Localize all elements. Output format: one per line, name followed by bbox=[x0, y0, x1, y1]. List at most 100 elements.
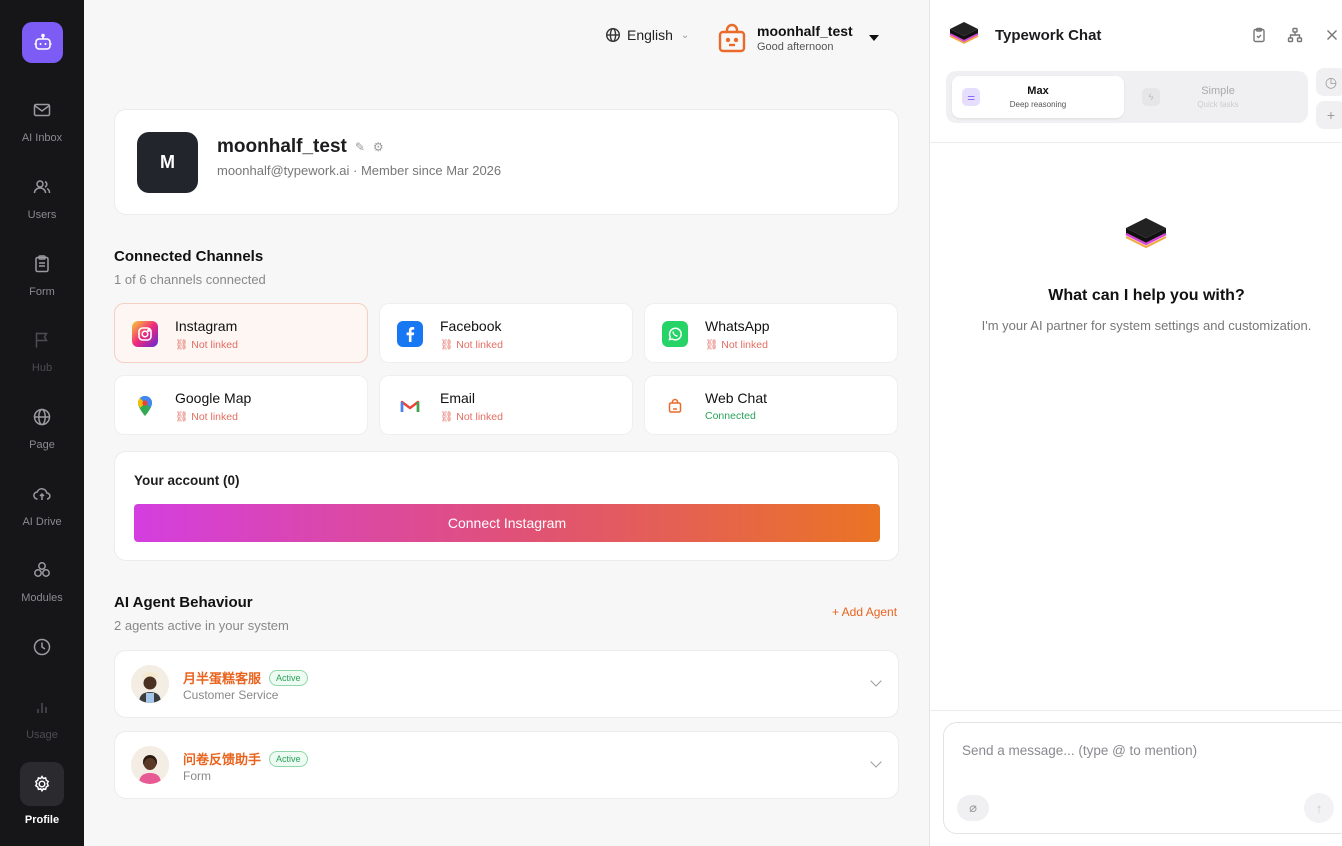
channel-whatsapp[interactable]: WhatsApp ⛓ Not linked bbox=[644, 303, 898, 363]
attach-paperclip-button[interactable]: ⌀ bbox=[957, 795, 989, 821]
chat-input-box: ⌀ ↑ bbox=[943, 722, 1342, 834]
sidebar-item-label: Users bbox=[27, 209, 57, 221]
clock-icon: ◷ bbox=[1324, 73, 1338, 90]
sidebar-item-label: Modules bbox=[21, 592, 63, 604]
users-icon bbox=[33, 180, 51, 194]
clock-icon bbox=[33, 638, 51, 656]
chevron-down-icon: ⌄ bbox=[680, 29, 690, 41]
channel-name: Email bbox=[440, 390, 476, 406]
sidebar-item-ai-inbox[interactable]: AI Inbox bbox=[0, 100, 84, 144]
sidebar-item-label: Page bbox=[29, 439, 55, 451]
chat-title: Typework Chat bbox=[995, 27, 1102, 44]
mode-max[interactable]: ⚌ Max Deep reasoning bbox=[952, 76, 1124, 118]
language-selector[interactable]: English ⌄ bbox=[605, 27, 689, 43]
add-agent-button[interactable]: + Add Agent bbox=[832, 605, 897, 619]
hero-title: What can I help you with? bbox=[1048, 287, 1245, 304]
channel-status: ⛓ Not linked bbox=[440, 411, 503, 423]
agent-avatar bbox=[131, 665, 169, 703]
language-label: English bbox=[627, 27, 673, 43]
web-chat-bag-icon bbox=[662, 393, 688, 419]
connect-instagram-button[interactable]: Connect Instagram bbox=[134, 504, 880, 542]
sidebar-item-usage[interactable]: Usage bbox=[0, 697, 84, 741]
app-logo-button[interactable] bbox=[22, 22, 63, 63]
channel-instagram[interactable]: Instagram ⛓ Not linked bbox=[114, 303, 368, 363]
agent-name: 月半蛋糕客服 Active bbox=[183, 668, 308, 687]
shop-bag-icon bbox=[718, 23, 746, 53]
chevron-down-icon[interactable] bbox=[870, 675, 882, 687]
channel-status: ⛓ Not linked bbox=[440, 339, 503, 351]
mode-selector: ⚌ Max Deep reasoning ϟ Simple Quick task… bbox=[946, 71, 1308, 123]
sidebar-item-ai-drive[interactable]: AI Drive bbox=[0, 484, 84, 528]
globe-icon bbox=[605, 27, 621, 43]
agent-role: Form bbox=[183, 769, 211, 783]
account-card: Your account (0) Connect Instagram bbox=[114, 451, 899, 561]
chat-message-input[interactable] bbox=[962, 743, 1322, 758]
agent-card[interactable]: 月半蛋糕客服 Active Customer Service bbox=[114, 650, 899, 718]
mode-desc: Quick tasks bbox=[1197, 100, 1239, 109]
flag-icon bbox=[35, 332, 48, 348]
mode-name: Max bbox=[1027, 85, 1049, 97]
channel-status: ⛓ Not linked bbox=[175, 411, 238, 423]
edit-pencil-icon[interactable]: ✎ bbox=[355, 140, 365, 154]
sitemap-icon[interactable] bbox=[1287, 27, 1303, 43]
sidebar-item-modules[interactable]: Modules bbox=[0, 560, 84, 604]
mail-icon bbox=[33, 103, 51, 117]
channel-google-map[interactable]: Google Map ⛓ Not linked bbox=[114, 375, 368, 435]
channel-status: ⛓ Not linked bbox=[175, 339, 238, 351]
agent-role: Customer Service bbox=[183, 688, 279, 702]
status-badge: Active bbox=[269, 750, 308, 767]
channel-name: WhatsApp bbox=[705, 318, 770, 334]
profile-card: M moonhalf_test ✎ ⚙ moonhalf@typework.ai… bbox=[114, 109, 899, 215]
typework-logo-icon bbox=[948, 20, 980, 51]
unlink-icon: ⛓ bbox=[175, 339, 192, 351]
clipboard-icon[interactable] bbox=[1251, 27, 1267, 43]
unlink-icon: ⛓ bbox=[705, 339, 722, 351]
sidebar-item-hub[interactable]: Hub bbox=[0, 330, 84, 374]
channel-name: Instagram bbox=[175, 318, 238, 334]
gmail-icon bbox=[397, 393, 423, 419]
divider bbox=[930, 710, 1342, 711]
user-info: moonhalf_test Good afternoon bbox=[757, 23, 853, 53]
sidebar-item-label: AI Drive bbox=[22, 516, 62, 528]
bar-chart-icon bbox=[37, 703, 47, 713]
channel-web-chat[interactable]: Web Chat Connected bbox=[644, 375, 898, 435]
send-button[interactable]: ↑ bbox=[1304, 793, 1334, 823]
agent-card[interactable]: 问卷反馈助手 Active Form bbox=[114, 731, 899, 799]
robot-icon bbox=[34, 33, 51, 50]
channel-name: Google Map bbox=[175, 390, 252, 406]
main-content: English ⌄ moonhalf_test Good afternoon M… bbox=[84, 0, 929, 846]
user-menu[interactable]: moonhalf_test Good afternoon bbox=[716, 22, 879, 54]
hero-subtitle: I'm your AI partner for system settings … bbox=[981, 318, 1312, 333]
channel-facebook[interactable]: Facebook ⛓ Not linked bbox=[379, 303, 633, 363]
modules-icon bbox=[34, 562, 50, 577]
sidebar-item-label: Hub bbox=[31, 362, 53, 374]
unlink-icon: ⛓ bbox=[440, 411, 457, 423]
channel-email[interactable]: Email ⛓ Not linked bbox=[379, 375, 633, 435]
greeting: Good afternoon bbox=[757, 41, 834, 53]
sidebar: AI Inbox Users Form Hub Page AI Drive Mo… bbox=[0, 0, 84, 846]
clipboard-icon bbox=[35, 255, 49, 273]
channel-name: Web Chat bbox=[705, 390, 767, 406]
chevron-down-icon[interactable] bbox=[870, 756, 882, 768]
mode-simple[interactable]: ϟ Simple Quick tasks bbox=[1132, 76, 1304, 118]
profile-email-line: moonhalf@typework.ai · Member since Mar … bbox=[217, 163, 502, 178]
history-clock-button[interactable]: ◷ bbox=[1316, 68, 1342, 96]
settings-gear-icon[interactable]: ⚙ bbox=[373, 140, 384, 154]
sidebar-item-page[interactable]: Page bbox=[0, 407, 84, 451]
plus-icon: + bbox=[1326, 107, 1336, 123]
sidebar-item-label: Form bbox=[29, 286, 55, 298]
paperclip-icon: ⌀ bbox=[969, 800, 977, 815]
channels-title: Connected Channels bbox=[114, 248, 264, 265]
arrow-up-icon: ↑ bbox=[1315, 800, 1323, 816]
sidebar-item-history[interactable] bbox=[0, 637, 84, 669]
profile-name-text: moonhalf_test bbox=[217, 136, 347, 157]
close-icon[interactable] bbox=[1324, 27, 1340, 43]
sidebar-item-users[interactable]: Users bbox=[0, 177, 84, 221]
sidebar-item-form[interactable]: Form bbox=[0, 254, 84, 298]
sidebar-item-profile[interactable]: Profile bbox=[0, 762, 84, 826]
whatsapp-icon bbox=[662, 321, 688, 347]
agent-name: 问卷反馈助手 Active bbox=[183, 749, 308, 768]
account-title: Your account (0) bbox=[134, 473, 240, 488]
new-chat-plus-button[interactable]: + bbox=[1316, 101, 1342, 129]
unlink-icon: ⛓ bbox=[440, 339, 457, 351]
